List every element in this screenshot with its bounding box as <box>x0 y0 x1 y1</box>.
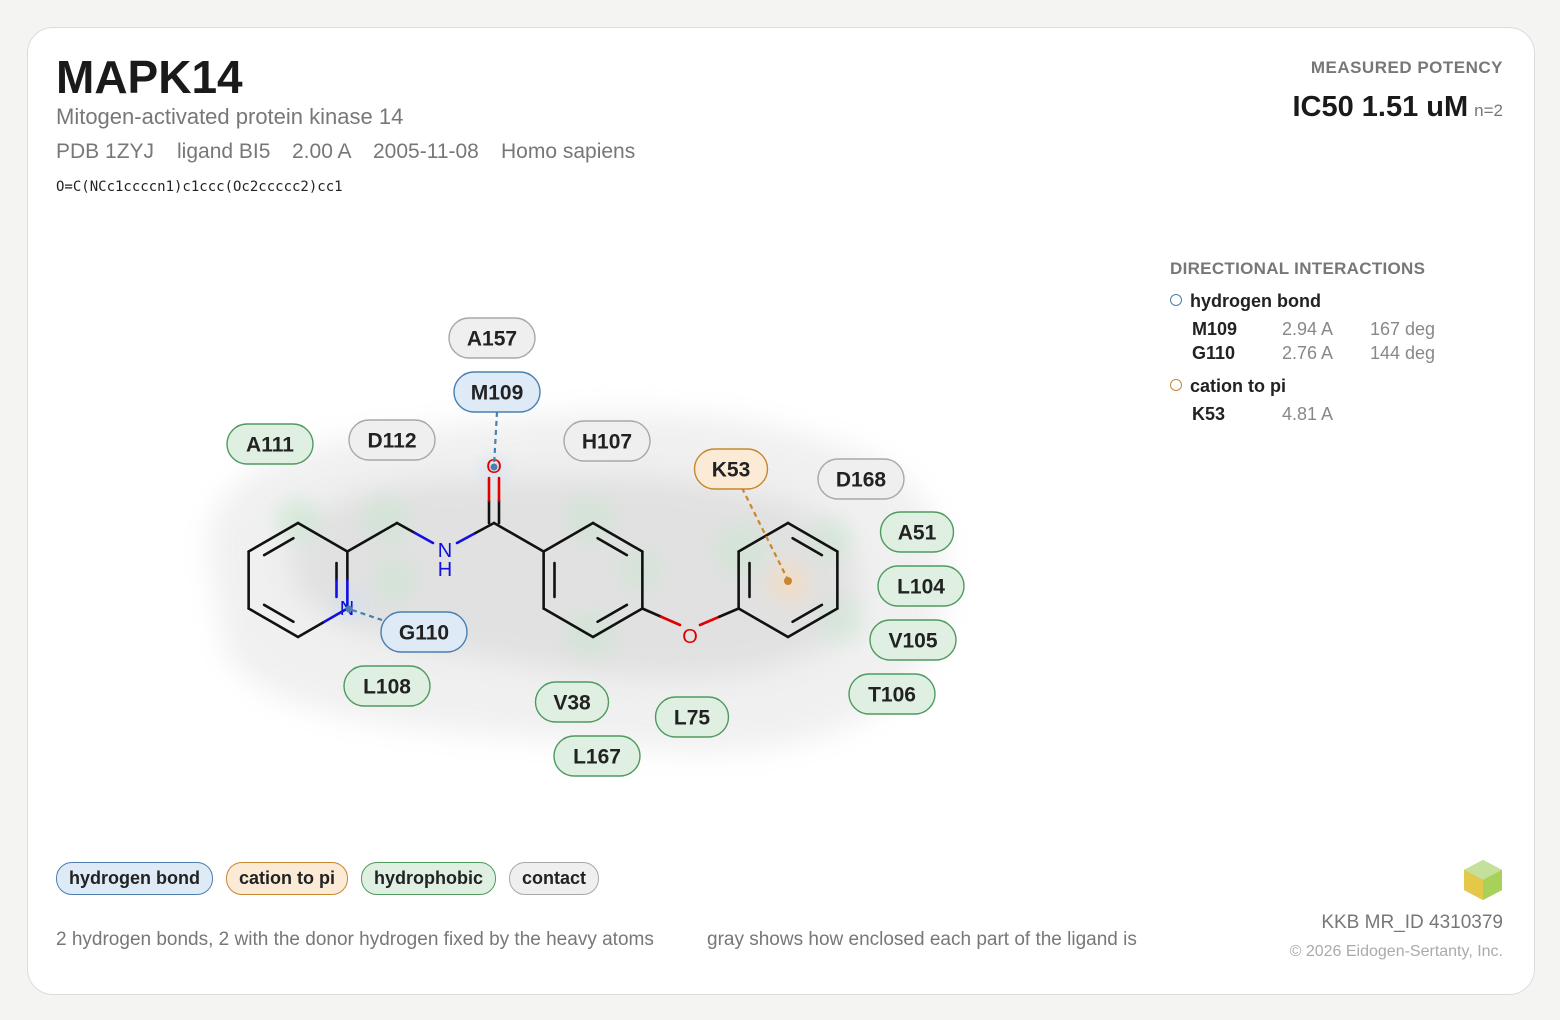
interaction-residue: M109 <box>1192 319 1238 339</box>
hbond-point <box>490 463 498 471</box>
residue-g110: G110 <box>380 611 468 653</box>
residue-label: L167 <box>573 746 621 769</box>
interaction-residue: K53 <box>1192 404 1226 424</box>
legend: hydrogen bond cation to pi hydrophobic c… <box>56 862 599 895</box>
residue-label: M109 <box>471 382 524 405</box>
footnote-hbonds: 2 hydrogen bonds, 2 with the donor hydro… <box>56 929 654 950</box>
atom-label-O_ether: O <box>682 626 698 648</box>
hbond-dot-icon <box>1170 294 1182 306</box>
residue-label: D168 <box>836 469 887 492</box>
residue-label: A111 <box>246 434 294 457</box>
interaction-distance: 2.76 A <box>1282 343 1334 363</box>
residue-t106: T106 <box>848 673 936 715</box>
copyright: © 2026 Eidogen-Sertanty, Inc. <box>1289 943 1503 960</box>
hbond-type-label: hydrogen bond <box>1190 291 1321 311</box>
residue-label: L75 <box>674 707 711 730</box>
residue-d168: D168 <box>817 458 905 500</box>
residue-d112: D112 <box>348 419 436 461</box>
residue-a51: A51 <box>879 511 955 553</box>
residue-label: T106 <box>868 684 916 707</box>
mr-id: KKB MR_ID 4310379 <box>1321 912 1503 933</box>
cation-pi-type: cation to pi <box>1170 376 1286 397</box>
legend-cation-pi: cation to pi <box>225 862 348 895</box>
footnote-enclosure: gray shows how enclosed each part of the… <box>707 929 1137 950</box>
ring-centroid-point <box>784 577 792 585</box>
interaction-distance: 4.81 A <box>1282 404 1334 424</box>
cation-type-label: cation to pi <box>1190 376 1286 396</box>
residue-h107: H107 <box>563 420 651 462</box>
atom-label-NH_H: H <box>438 559 452 581</box>
residue-label: V38 <box>553 692 591 715</box>
residue-k53: K53 <box>693 448 769 490</box>
residue-l75: L75 <box>654 696 730 738</box>
residue-v105: V105 <box>869 619 957 661</box>
residue-m109: M109 <box>453 371 541 413</box>
interaction-angle: 167 deg <box>1370 319 1436 339</box>
residue-label: L104 <box>897 576 945 599</box>
legend-hydrophobic: hydrophobic <box>360 862 496 895</box>
residue-label: G110 <box>399 622 449 645</box>
residue-label: V105 <box>888 630 937 653</box>
legend-contact: contact <box>508 862 599 895</box>
residue-label: A51 <box>898 522 937 545</box>
hbond-type: hydrogen bond <box>1170 291 1321 312</box>
cation-dot-icon <box>1170 379 1182 391</box>
interactions-heading: DIRECTIONAL INTERACTIONS <box>1170 259 1426 278</box>
residue-v38: V38 <box>534 681 610 723</box>
interaction-residue: G110 <box>1192 343 1236 363</box>
interaction-angle: 144 deg <box>1370 343 1436 363</box>
residue-l104: L104 <box>877 565 965 607</box>
residue-a157: A157 <box>448 317 536 359</box>
hbond-point <box>345 605 353 613</box>
company-logo-icon <box>1464 860 1502 900</box>
interaction-distance: 2.94 A <box>1282 319 1334 339</box>
residue-label: A157 <box>467 328 517 351</box>
residue-label: L108 <box>363 676 411 699</box>
residue-l108: L108 <box>343 665 431 707</box>
legend-hbond: hydrogen bond <box>56 862 213 895</box>
residue-label: D112 <box>367 430 416 453</box>
residue-label: H107 <box>582 431 632 454</box>
residue-label: K53 <box>712 459 751 482</box>
residue-a111: A111 <box>226 423 314 465</box>
residue-l167: L167 <box>553 735 641 777</box>
